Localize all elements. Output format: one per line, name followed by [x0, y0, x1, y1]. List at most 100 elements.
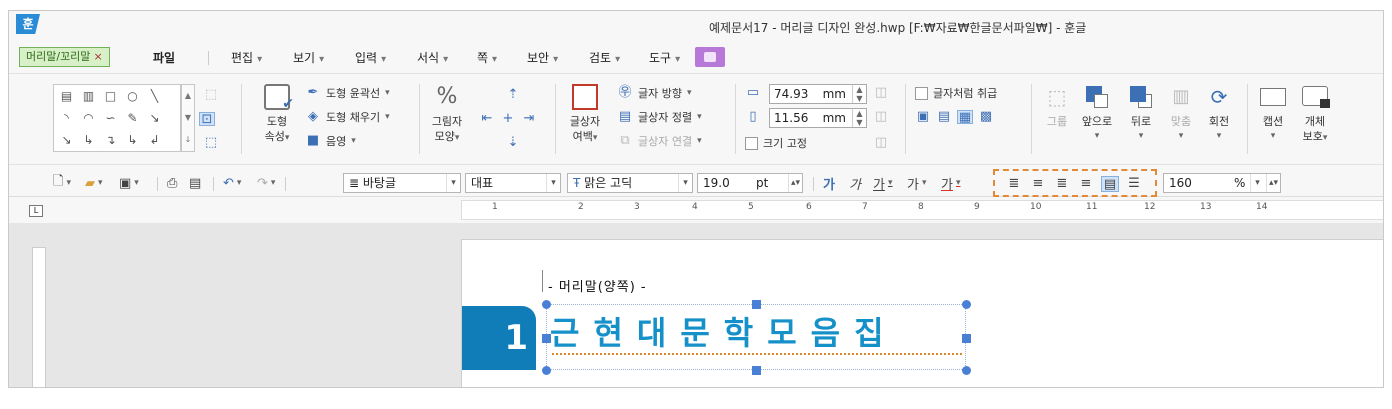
language-select[interactable]: 대표 ▾	[465, 173, 561, 193]
strikethrough-button[interactable]: 가 ▾	[907, 173, 927, 193]
resize-handle[interactable]	[962, 334, 971, 343]
menu-insert[interactable]: 입력 ▾	[355, 49, 386, 66]
shapes-palette[interactable]: ▤ ▥ □ ○ ╲ ◝ ◠ ∽ ✎ ↘ ↘ ↳ ↴ ↳ ↲	[53, 84, 181, 152]
connector-elbow-icon[interactable]: ↳	[80, 133, 97, 147]
width-field[interactable]: 74.93 mm ▲ ▼	[769, 84, 867, 104]
undo-button[interactable]: ↶ ▾	[223, 173, 241, 193]
shape-fill-button[interactable]: ◈ 도형 채우기 ▾	[305, 108, 390, 126]
underline-button[interactable]: 가 ▾	[873, 173, 893, 193]
size-option-button[interactable]: ◫	[873, 134, 889, 152]
font-select[interactable]: Ŧ 맑은 고딕 ▾	[567, 173, 693, 193]
resize-handle[interactable]	[752, 300, 761, 309]
connector-curve-icon[interactable]: ↴	[102, 133, 119, 147]
resize-handle[interactable]	[542, 334, 551, 343]
height-lock-button[interactable]: ◫	[873, 108, 889, 126]
distribute-icon[interactable]: ▤	[1101, 176, 1119, 192]
divide-icon[interactable]: ☰	[1125, 176, 1143, 192]
textbox-link-button[interactable]: ⧉ 글상자 연결 ▾	[617, 132, 701, 150]
image-shape-button[interactable]: % 그림자 모양▾	[425, 84, 469, 146]
menu-file[interactable]: 파일	[153, 49, 175, 66]
resize-handle[interactable]	[752, 366, 761, 375]
arrow-line-icon[interactable]: ↘	[146, 111, 163, 125]
align-center-icon[interactable]: ≣	[1053, 176, 1071, 192]
line-spacing-spin[interactable]: ▴▾	[1266, 174, 1280, 192]
preview-button[interactable]: ▤	[189, 173, 201, 193]
caption-button[interactable]: 캡션 ▾	[1255, 84, 1291, 144]
header-text[interactable]: - 머리말(양쪽) -	[548, 276, 647, 295]
header-footer-tab[interactable]: 머리말/꼬리말 ×	[19, 47, 110, 67]
width-stepper[interactable]: ▲ ▼	[852, 85, 866, 103]
pencil-icon[interactable]: ✎	[124, 111, 141, 125]
shape-outline-button[interactable]: ✒ 도형 윤곽선 ▾	[305, 84, 390, 102]
text-direction-button[interactable]: ㉾ 글자 방향 ▾	[617, 84, 691, 102]
align-right-icon[interactable]: ≡	[1077, 176, 1095, 192]
save-button[interactable]: ▣ ▾	[119, 173, 139, 193]
menu-page[interactable]: 쪽 ▾	[477, 49, 497, 66]
fit-button[interactable]: ▥ 맞춤 ▾	[1163, 84, 1199, 144]
connector-icon[interactable]: ↘	[58, 133, 75, 147]
menu-review[interactable]: 검토 ▾	[589, 49, 620, 66]
menu-edit[interactable]: 편집 ▾	[231, 49, 262, 66]
menu-security[interactable]: 보안 ▾	[527, 49, 558, 66]
group-button[interactable]: ⬚ 그룹	[1039, 84, 1075, 129]
redo-button[interactable]: ↷ ▾	[257, 173, 275, 193]
bring-forward-button[interactable]: 앞으로 ▾	[1077, 84, 1117, 144]
connector-double-icon[interactable]: ↲	[146, 133, 163, 147]
ruler-tab-selector[interactable]: L	[29, 205, 43, 217]
resize-handle[interactable]	[542, 366, 551, 375]
rotate-button[interactable]: ⟳ 회전 ▾	[1201, 84, 1237, 144]
rectangle-icon[interactable]: □	[102, 89, 119, 103]
open-button[interactable]: ▰ ▾	[85, 173, 103, 193]
chapter-number-badge[interactable]: 1	[462, 306, 536, 370]
palette-scrollbar[interactable]: ▲ ▼ ↓	[181, 84, 195, 152]
resize-handle[interactable]	[962, 300, 971, 309]
move-up-button[interactable]: ⇡	[505, 86, 521, 104]
menu-view[interactable]: 보기 ▾	[293, 49, 324, 66]
resize-handle[interactable]	[962, 366, 971, 375]
horizontal-ruler[interactable]: 1 2 3 4 5 6 7 8 9 10 11 12 13 14	[461, 200, 1383, 220]
shape-properties-button[interactable]: ✔ 도형 속성▾	[253, 84, 301, 146]
line-spacing-field[interactable]: 160 % ▾ ▴▾	[1163, 173, 1281, 193]
fix-size-checkbox[interactable]: 크기 고정	[745, 134, 807, 152]
font-size-stepper[interactable]: ▴▾	[788, 174, 802, 192]
close-icon[interactable]: ×	[93, 50, 102, 63]
print-button[interactable]: ⎙	[167, 173, 177, 193]
new-document-button[interactable]: 🗋 ▾	[53, 173, 71, 193]
treat-as-char-checkbox[interactable]: 글자처럼 취급	[915, 84, 997, 102]
font-size-field[interactable]: 19.0 pt ▴▾	[697, 173, 803, 193]
bold-button[interactable]: 가	[823, 173, 835, 193]
textbox-margin-button[interactable]: 글상자 여백▾	[561, 84, 609, 146]
line-spacing-stepper[interactable]: ▾	[1250, 174, 1264, 192]
wrap-front-icon[interactable]: ▩	[978, 110, 994, 124]
select-object-button[interactable]: ⬚	[203, 86, 219, 104]
menu-format[interactable]: 서식 ▾	[417, 49, 448, 66]
move-down-button[interactable]: ⇣	[505, 134, 521, 152]
document-title[interactable]: 근현대문학모음집	[550, 308, 898, 354]
justify-icon[interactable]: ≣	[1005, 176, 1023, 192]
ellipse-icon[interactable]: ○	[124, 89, 141, 103]
textbox-align-button[interactable]: ▤ 글상자 정렬 ▾	[617, 108, 702, 126]
style-select[interactable]: ≣ 바탕글 ▾	[343, 173, 461, 193]
wrap-top-bottom-icon[interactable]: ▤	[936, 110, 952, 124]
connector-arrow-icon[interactable]: ↳	[124, 133, 141, 147]
width-lock-button[interactable]: ◫	[873, 84, 889, 102]
italic-button[interactable]: 가	[849, 173, 861, 193]
table-icon[interactable]: ▥	[80, 89, 97, 103]
shape-tools-icon[interactable]	[695, 47, 725, 67]
height-stepper[interactable]: ▲ ▼	[852, 109, 866, 127]
height-field[interactable]: 11.56 mm ▲ ▼	[769, 108, 867, 128]
wrap-behind-icon[interactable]: ▦	[957, 110, 973, 125]
object-protect-button[interactable]: 개체 보호▾	[1295, 84, 1335, 146]
align-center-group[interactable]: ⇤ + ⇥	[479, 110, 537, 128]
arc-icon[interactable]: ◝	[58, 111, 75, 125]
send-backward-button[interactable]: 뒤로 ▾	[1123, 84, 1159, 144]
align-left-icon[interactable]: ≡	[1029, 176, 1047, 192]
multi-select-button[interactable]: ⬚	[203, 134, 219, 152]
app-logo-icon[interactable]: 훈	[16, 14, 40, 34]
vertical-ruler[interactable]	[32, 247, 46, 387]
polygon-icon[interactable]: ◠	[80, 111, 97, 125]
text-wrap-button[interactable]: ⊡	[199, 110, 215, 128]
textbox-icon[interactable]: ▤	[58, 89, 75, 103]
line-icon[interactable]: ╲	[146, 89, 163, 103]
shadow-button[interactable]: ■ 음영 ▾	[305, 132, 356, 150]
